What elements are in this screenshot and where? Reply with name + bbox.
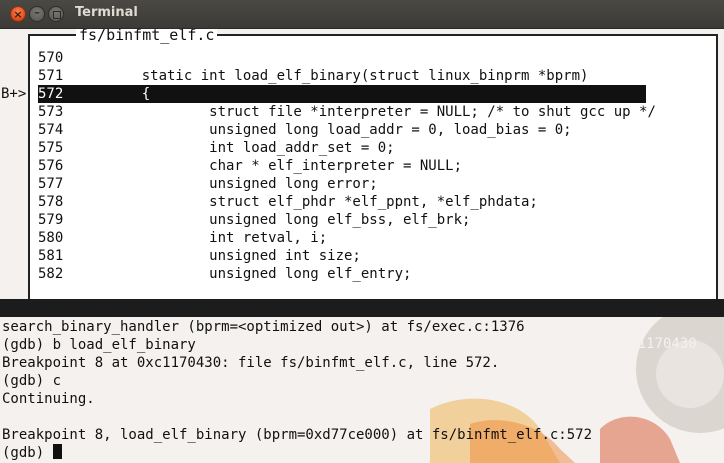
gdb-prompt: (gdb) <box>2 445 53 461</box>
close-icon: × <box>13 8 23 21</box>
source-line-current: 572 { <box>38 85 646 103</box>
source-line: 582 unsigned long elf_entry; <box>38 266 412 282</box>
maximize-icon <box>53 11 61 19</box>
close-window-button[interactable]: × <box>10 6 26 22</box>
minimize-window-button[interactable]: – <box>29 6 45 22</box>
source-line: 570 <box>38 50 64 66</box>
source-filename: fs/binfmt_elf.c <box>76 29 218 43</box>
breakpoint-marker: B+> <box>1 86 27 102</box>
source-line: 574 unsigned long load_addr = 0, load_bi… <box>38 122 572 138</box>
source-line: 578 struct elf_phdr *elf_ppnt, *elf_phda… <box>38 194 538 210</box>
source-line: 576 char * elf_interpreter = NULL; <box>38 158 463 174</box>
console-line: Breakpoint 8, load_elf_binary (bprm=0xd7… <box>2 427 593 443</box>
console-line: Continuing. <box>2 391 95 407</box>
console-line: search_binary_handler (bprm=<optimized o… <box>2 319 525 335</box>
status-bar: remote Thread 1 In: load_elf_binary Line… <box>0 299 724 352</box>
source-line: 573 struct file *interpreter = NULL; /* … <box>38 104 656 120</box>
source-line: 577 unsigned long error; <box>38 176 378 192</box>
terminal-area[interactable]: B+> fs/binfmt_elf.c 570 571 static int l… <box>0 29 724 463</box>
status-location: Line: 572 PC: 0xc1170430 <box>486 336 697 352</box>
title-bar: × – Terminal <box>0 0 724 29</box>
text-cursor <box>52 444 62 459</box>
source-line: 575 int load_addr_set = 0; <box>38 140 395 156</box>
source-line: 580 int retval, i; <box>38 230 328 246</box>
maximize-window-button[interactable] <box>48 6 64 22</box>
console-line: Breakpoint 8 at 0xc1170430: file fs/binf… <box>2 355 500 371</box>
window-title: Terminal <box>75 5 138 20</box>
source-line: 579 unsigned long elf_bss, elf_brk; <box>38 212 471 228</box>
console-line: (gdb) c <box>2 373 62 389</box>
gdb-prompt-line[interactable]: (gdb) <box>2 444 62 462</box>
source-line: 571 static int load_elf_binary(struct li… <box>38 68 589 84</box>
source-line: 581 unsigned int size; <box>38 248 361 264</box>
console-line: (gdb) b load_elf_binary <box>2 337 196 353</box>
minimize-icon: – <box>34 6 40 19</box>
